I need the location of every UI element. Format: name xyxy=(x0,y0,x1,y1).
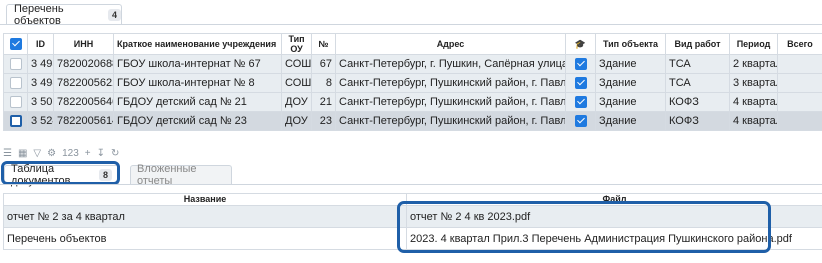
cell-period: 4 квартал xyxy=(729,92,778,112)
table-row-selected[interactable]: 3 524 7822005614 ГБДОУ детский сад № 23 … xyxy=(3,111,822,131)
cell-work-type: КОФЗ xyxy=(665,111,730,131)
cell-doc-name: отчет № 2 за 4 квартал xyxy=(3,205,407,228)
cell-address: Санкт-Петербург, Пушкинский район, г. Па… xyxy=(335,92,566,112)
table-row[interactable]: 3 498 7822005621 ГБОУ школа-интернат № 8… xyxy=(3,73,822,93)
cell-num: 21 xyxy=(311,92,336,112)
cell-type: ДОУ xyxy=(281,111,312,131)
add-icon[interactable]: + xyxy=(85,148,91,159)
row-checkbox[interactable] xyxy=(3,54,28,74)
cell-inn: 7822005614 xyxy=(53,111,114,131)
cell-address: Санкт-Петербург, Пушкинский район, г. Па… xyxy=(335,73,566,93)
col-address[interactable]: Адрес xyxy=(335,33,566,55)
col-object-type[interactable]: Тип объекта xyxy=(595,33,666,55)
cell-flag-checkbox[interactable] xyxy=(565,73,596,93)
col-doc-name[interactable]: Название xyxy=(3,193,407,206)
tab-attached-reports[interactable]: Вложенные отчеты xyxy=(130,163,232,187)
cell-num: 67 xyxy=(311,54,336,74)
grid-toolbar: ☰ ▦ ▽ ⚙ 123 + ↧ ↻ xyxy=(3,146,119,160)
cell-id: 3 493 xyxy=(27,54,54,74)
cell-total xyxy=(777,92,822,112)
cell-flag-checkbox[interactable] xyxy=(565,92,596,112)
tab-objects-list[interactable]: Перечень объектов 4 xyxy=(6,2,122,27)
cell-object-type: Здание xyxy=(595,73,666,93)
col-work-type[interactable]: Вид работ xyxy=(665,33,730,55)
cell-num: 8 xyxy=(311,73,336,93)
select-all-checkbox[interactable] xyxy=(3,33,28,55)
cell-object-type: Здание xyxy=(595,92,666,112)
divider xyxy=(0,24,822,25)
table-row[interactable]: 3 493 7820020688 ГБОУ школа-интернат № 6… xyxy=(3,54,822,74)
cell-address: Санкт-Петербург, г. Пушкин, Сапёрная ули… xyxy=(335,54,566,74)
cell-work-type: ТСА xyxy=(665,54,730,74)
row-checkbox[interactable] xyxy=(3,111,28,131)
cell-object-type: Здание xyxy=(595,111,666,131)
cell-id: 3 524 xyxy=(27,111,54,131)
cell-flag-checkbox[interactable] xyxy=(565,111,596,131)
cell-id: 3 498 xyxy=(27,73,54,93)
cell-work-type: ТСА xyxy=(665,73,730,93)
filter-icon[interactable]: ▽ xyxy=(33,148,41,159)
tab-label: Перечень объектов xyxy=(14,2,64,27)
grid-view-icon[interactable]: ▦ xyxy=(18,148,27,159)
cell-inn: 7822005646 xyxy=(53,92,114,112)
col-num[interactable]: № xyxy=(311,33,336,55)
table-row[interactable]: 3 501 7822005646 ГБДОУ детский сад № 21 … xyxy=(3,92,822,112)
cell-period: 3 квартал xyxy=(729,73,778,93)
cell-inn: 7820020688 xyxy=(53,54,114,74)
cell-total xyxy=(777,54,822,74)
row-checkbox[interactable] xyxy=(3,73,28,93)
col-id[interactable]: ID xyxy=(27,33,54,55)
col-name[interactable]: Краткое наименование учреждения xyxy=(113,33,282,55)
cell-name: ГБОУ школа-интернат № 8 xyxy=(113,73,282,93)
download-icon[interactable]: ↧ xyxy=(97,148,105,159)
list-view-icon[interactable]: ☰ xyxy=(3,148,12,159)
settings-icon[interactable]: ⚙ xyxy=(47,148,56,159)
cell-num: 23 xyxy=(311,111,336,131)
graduation-cap-icon[interactable]: 🎓 xyxy=(565,33,596,55)
cell-period: 4 квартал xyxy=(729,111,778,131)
cell-type: СОШ xyxy=(281,54,312,74)
cell-flag-checkbox[interactable] xyxy=(565,54,596,74)
cell-inn: 7822005621 xyxy=(53,73,114,93)
col-inn[interactable]: ИНН xyxy=(53,33,114,55)
cell-id: 3 501 xyxy=(27,92,54,112)
cell-type: ДОУ xyxy=(281,92,312,112)
highlight-frame xyxy=(397,201,771,253)
cell-object-type: Здание xyxy=(595,54,666,74)
cell-address: Санкт-Петербург, Пушкинский район, г. Па… xyxy=(335,111,566,131)
cell-doc-name: Перечень объектов xyxy=(3,227,407,250)
divider xyxy=(0,184,822,185)
highlight-frame xyxy=(1,161,120,185)
objects-table: ID ИНН Краткое наименование учреждения Т… xyxy=(3,33,822,131)
tab-count-badge: 4 xyxy=(107,8,121,21)
cell-work-type: КОФЗ xyxy=(665,92,730,112)
col-period[interactable]: Период xyxy=(729,33,778,55)
cell-period: 2 квартал xyxy=(729,54,778,74)
cell-type: СОШ xyxy=(281,73,312,93)
col-type[interactable]: Тип ОУ xyxy=(281,33,312,55)
cell-total xyxy=(777,111,822,131)
refresh-icon[interactable]: ↻ xyxy=(111,148,119,159)
cell-name: ГБДОУ детский сад № 23 xyxy=(113,111,282,131)
page-size-label[interactable]: 123 xyxy=(62,148,79,159)
col-total[interactable]: Всего xyxy=(777,33,822,55)
row-checkbox[interactable] xyxy=(3,92,28,112)
cell-total xyxy=(777,73,822,93)
cell-name: ГБОУ школа-интернат № 67 xyxy=(113,54,282,74)
cell-name: ГБДОУ детский сад № 21 xyxy=(113,92,282,112)
